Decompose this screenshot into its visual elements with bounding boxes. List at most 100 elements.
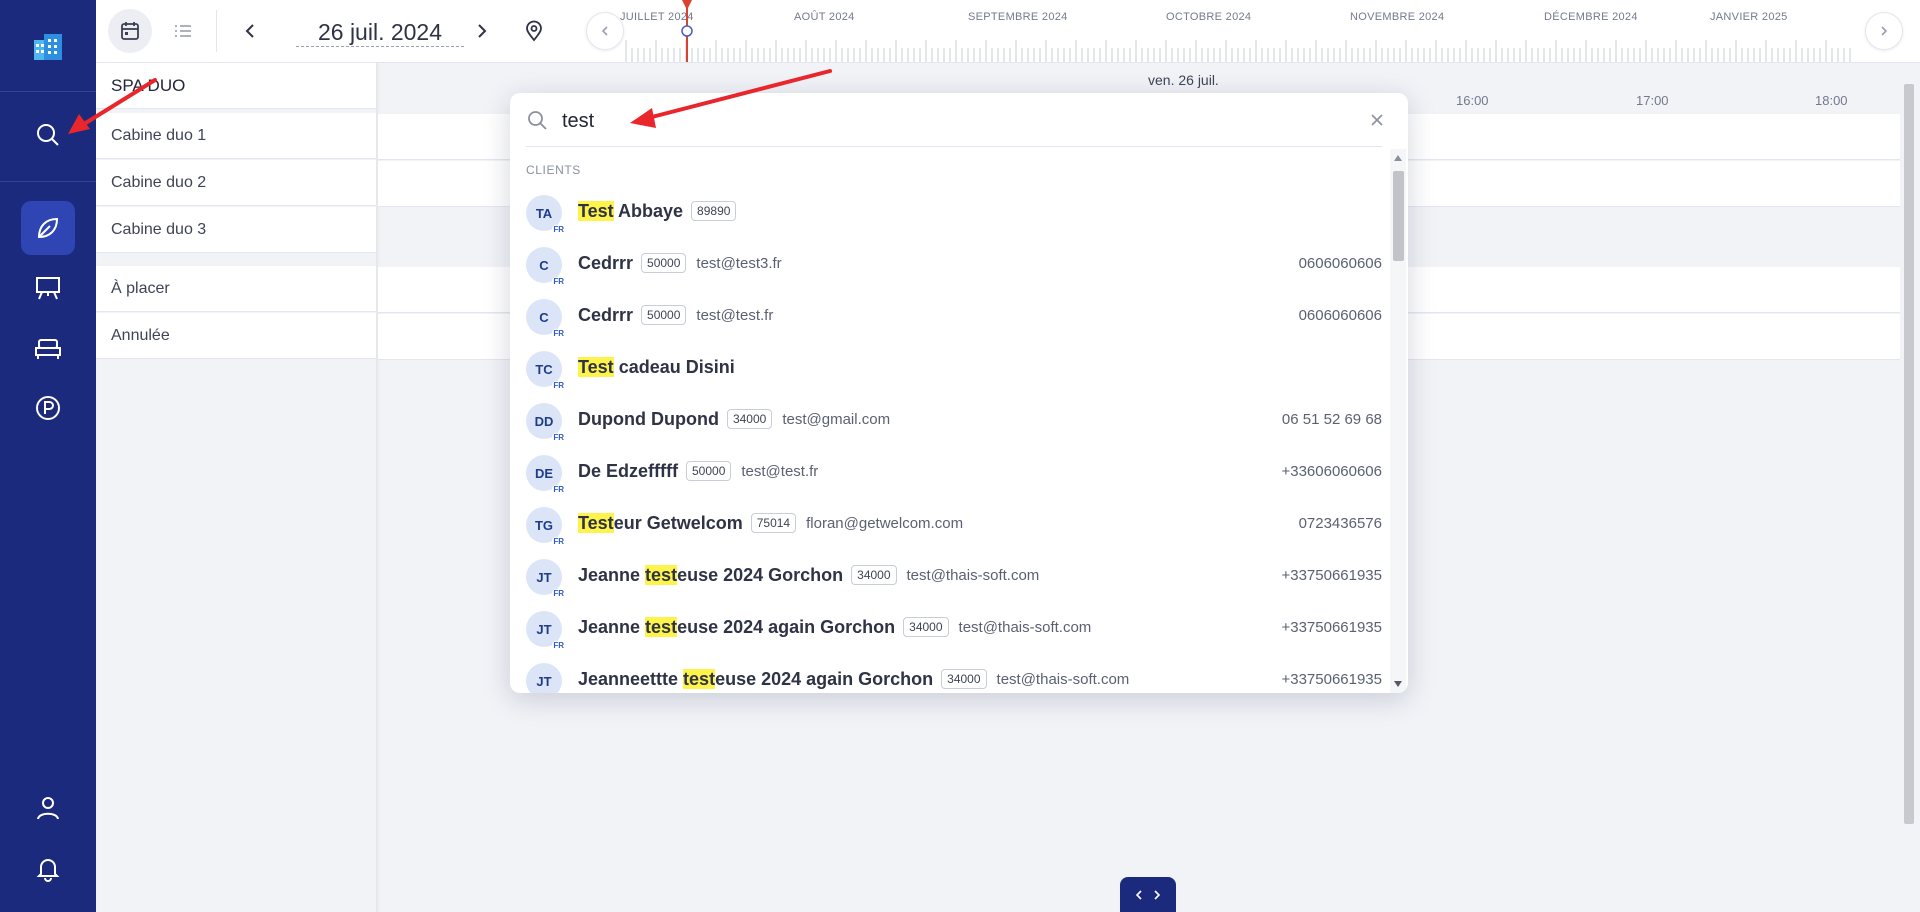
client-name: Cedrrr 50000 test@test3.fr	[578, 253, 782, 274]
client-phone: +33750661935	[1281, 671, 1382, 688]
client-name-match: Test	[578, 201, 614, 221]
scroll-up-icon[interactable]	[1394, 155, 1402, 161]
client-avatar: JTFR	[526, 559, 565, 599]
client-name-text: euse 2024 again Gorchon	[677, 617, 896, 637]
client-zip-badge: 89890	[691, 201, 737, 221]
leaf-icon[interactable]	[21, 201, 75, 255]
client-email: test@test.fr	[741, 463, 819, 480]
client-email: test@test.fr	[696, 307, 774, 324]
calendar-view-button[interactable]	[108, 9, 152, 53]
client-zip-badge: 50000	[641, 253, 687, 273]
client-name-text: Cedrrr	[578, 253, 634, 273]
country-badge: FR	[552, 381, 565, 391]
client-zip-badge: 50000	[641, 305, 687, 325]
client-initials: TA	[535, 205, 553, 221]
client-zip-badge: 34000	[941, 669, 987, 689]
scrollbar-thumb[interactable]	[1393, 171, 1404, 261]
page-scrollbar[interactable]	[1902, 68, 1916, 842]
client-avatar: TC FR	[526, 351, 565, 391]
client-zip-badge: 50000	[686, 461, 732, 481]
current-date[interactable]: 26 juil. 2024	[296, 18, 464, 47]
user-icon[interactable]	[21, 781, 75, 835]
timeline-prev-button[interactable]	[586, 12, 624, 50]
client-result-item[interactable]: TG FR Testeur Getwelcom 75014 floran@getwelc…	[510, 499, 1390, 551]
resource-row[interactable]: Cabine duo 1	[96, 113, 376, 159]
client-email: floran@getwelcom.com	[806, 515, 964, 532]
client-name-text: Abbaye	[613, 201, 684, 221]
client-result-item[interactable]: TC FR Test cadeau Disini	[510, 343, 1390, 395]
results-scrollbar[interactable]	[1390, 149, 1406, 693]
client-avatar: TA FR	[526, 195, 565, 235]
client-name-text: Cedrrr	[578, 305, 634, 325]
client-initials: C	[539, 257, 549, 273]
client-email: test@thais-soft.com	[958, 619, 1092, 636]
resource-row[interactable]: Cabine duo 3	[96, 207, 376, 253]
list-icon	[175, 25, 191, 37]
timeline-month: NOVEMBRE 2024	[1350, 11, 1445, 23]
resource-row-cancelled[interactable]: Annulée	[96, 313, 376, 359]
expand-toggle-button[interactable]	[1120, 877, 1176, 912]
client-name: Dupond Dupond 34000 test@gmail.com	[578, 409, 890, 430]
parking-icon[interactable]	[21, 381, 75, 435]
resource-row-to-place[interactable]: À placer	[96, 266, 376, 312]
chevron-right-icon	[1881, 26, 1888, 36]
scrollbar-thumb[interactable]	[1904, 84, 1914, 824]
month-timeline[interactable]: JUILLET 2024 AOÛT 2024 SEPTEMBRE 2024 OC…	[570, 0, 1920, 63]
client-result-item[interactable]: DE FR De Edzefffff 50000 test@test.fr +336060…	[510, 447, 1390, 499]
client-name-text: eur Getwelcom	[613, 513, 743, 533]
client-result-item[interactable]: C FR Cedrrr 50000 test@test.fr 0606060606	[510, 291, 1390, 343]
client-result-item[interactable]: DD FR Dupond Dupond 34000 test@gmail.com 06 5…	[510, 395, 1390, 447]
client-email: test@gmail.com	[782, 411, 891, 428]
client-result-item[interactable]: JT FR Jeanne testeuse 2024 again Gorchon 34…	[510, 603, 1390, 655]
search-icon[interactable]	[21, 108, 75, 162]
search-input[interactable]	[562, 105, 1262, 137]
scroll-down-icon[interactable]	[1394, 681, 1402, 687]
current-date-marker[interactable]	[680, 0, 694, 63]
calendar-icon	[121, 22, 139, 40]
country-badge: FR	[552, 537, 565, 547]
grid-hour-label: 18:00	[1815, 93, 1848, 108]
chevron-left-icon	[245, 24, 254, 38]
bed-icon[interactable]	[21, 321, 75, 375]
grid-day-label: ven. 26 juil.	[1148, 72, 1219, 88]
next-day-button[interactable]	[460, 9, 504, 53]
sidebar-divider	[0, 91, 96, 92]
date-toolbar: 26 juil. 2024	[96, 0, 570, 63]
search-popup: CLIENTS TAFRTest Abbaye89890CFRCedrrr500…	[510, 93, 1408, 693]
country-badge: FR	[552, 485, 565, 495]
client-phone: 0606060606	[1298, 255, 1382, 272]
search-header	[510, 93, 1408, 147]
client-name-match: Test	[578, 513, 614, 533]
timeline-month: JANVIER 2025	[1710, 11, 1788, 23]
chevron-right-icon	[478, 24, 487, 38]
search-section-title: CLIENTS	[526, 163, 581, 177]
bell-icon[interactable]	[21, 841, 75, 895]
timeline-next-button[interactable]	[1865, 12, 1903, 50]
client-name-match: Test	[578, 357, 614, 377]
building-logo-icon[interactable]	[30, 28, 66, 64]
client-result-item[interactable]: C FR Cedrrr 50000 test@test3.fr 0606060606	[510, 239, 1390, 291]
previous-day-button[interactable]	[228, 9, 272, 53]
client-name-match: test	[683, 669, 716, 689]
country-badge: FR	[552, 433, 565, 443]
client-avatar: C FR	[526, 299, 565, 339]
search-divider	[526, 146, 1382, 147]
client-result-item[interactable]: TA FR Test Abbaye 89890	[510, 187, 1390, 239]
client-result-item[interactable]: JTFR Jeanneettte testeuse 2024 again Gorc…	[510, 655, 1390, 693]
country-badge: FR	[552, 641, 565, 651]
client-initials: TC	[535, 361, 553, 377]
search-results-list: TA FR Test Abbaye 89890 C FR Cedrrr 50000 test@t…	[510, 187, 1390, 693]
location-button[interactable]	[512, 9, 556, 53]
client-name-match: test	[645, 565, 678, 585]
search-icon	[528, 111, 547, 130]
client-name: Test Abbaye 89890	[578, 201, 737, 222]
resource-row[interactable]: Cabine duo 2	[96, 160, 376, 206]
client-result-item[interactable]: JT FR Jeanne testeuse 2024 Gorchon 34000 tes…	[510, 551, 1390, 603]
close-search-button[interactable]	[1366, 109, 1388, 131]
client-avatar: JTFR	[526, 611, 565, 651]
client-name-text: Jeanne	[578, 565, 646, 585]
client-phone: 06 51 52 69 68	[1281, 411, 1382, 428]
timeline-month: SEPTEMBRE 2024	[968, 11, 1068, 23]
list-view-button[interactable]	[161, 9, 205, 53]
presentation-icon[interactable]	[21, 261, 75, 315]
